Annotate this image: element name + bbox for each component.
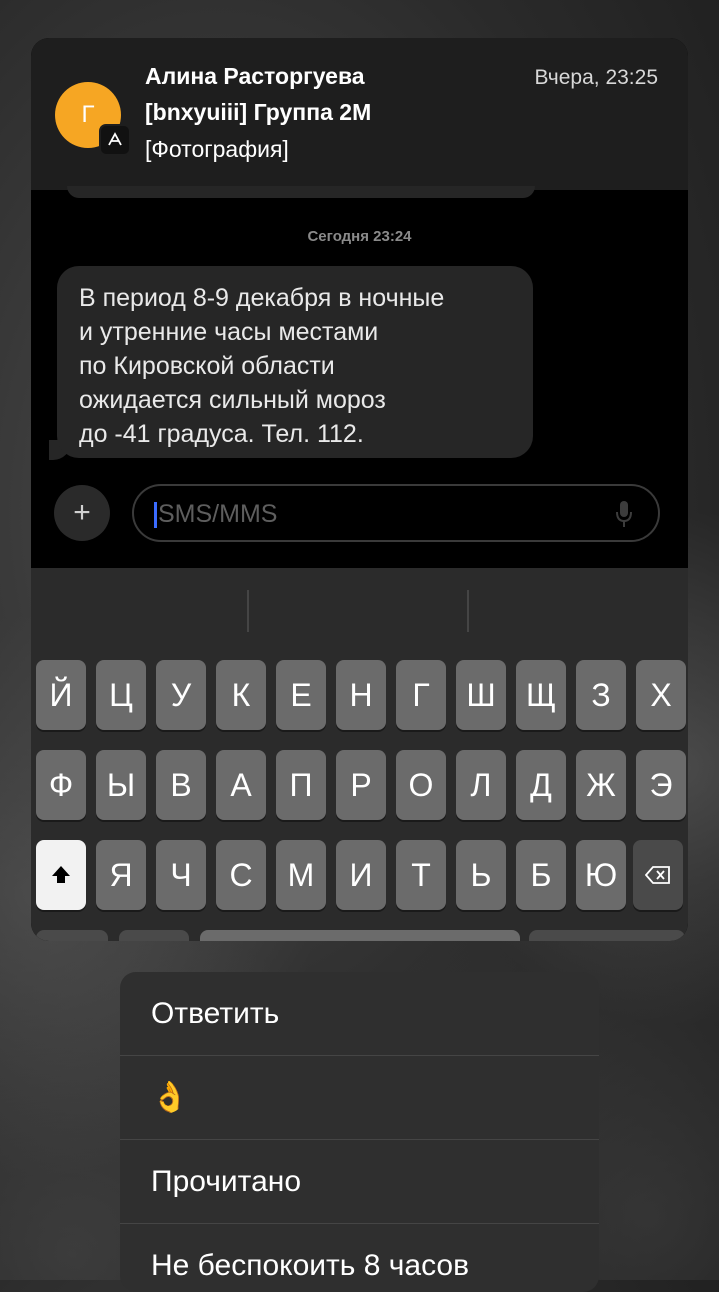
context-menu[interactable]: Ответить 👌 Прочитано Не беспокоить 8 час… bbox=[120, 972, 599, 1292]
key-й[interactable]: Й bbox=[36, 660, 86, 730]
key-в[interactable]: В bbox=[156, 750, 206, 820]
message-timestamp: Сегодня 23:24 bbox=[307, 228, 412, 245]
previous-message-bubble bbox=[67, 186, 535, 198]
menu-item-do-not-disturb[interactable]: Не беспокоить 8 часов bbox=[120, 1224, 599, 1292]
message-input[interactable]: SMS/MMS bbox=[132, 484, 660, 542]
backspace-key[interactable] bbox=[633, 840, 683, 910]
message-line: ожидается сильный мороз bbox=[79, 386, 386, 414]
menu-item-reply[interactable]: Ответить bbox=[120, 972, 599, 1056]
notification-sender: Алина Расторгуева bbox=[145, 63, 365, 89]
key-л[interactable]: Л bbox=[456, 750, 506, 820]
notification-time: Вчера, 23:25 bbox=[534, 66, 658, 89]
avatar-letter: Г bbox=[81, 101, 95, 128]
key-э[interactable]: Э bbox=[636, 750, 686, 820]
keyboard[interactable]: ЙЦУКЕНГШЩЗХ ФЫВАПРОЛДЖЭ ЯЧСМИТЬБЮ bbox=[31, 568, 688, 941]
menu-item-mark-read[interactable]: Прочитано bbox=[120, 1140, 599, 1224]
key-ю[interactable]: Ю bbox=[576, 840, 626, 910]
space-key[interactable] bbox=[200, 930, 520, 941]
key-н[interactable]: Н bbox=[336, 660, 386, 730]
message-line: по Кировской области bbox=[79, 352, 335, 380]
key-р[interactable]: Р bbox=[336, 750, 386, 820]
key-ч[interactable]: Ч bbox=[156, 840, 206, 910]
message-bubble[interactable]: В период 8-9 декабря в ночные и утренние… bbox=[57, 266, 533, 458]
shift-arrow-icon bbox=[52, 866, 70, 883]
message-line: В период 8-9 декабря в ночные bbox=[79, 284, 445, 312]
text-caret bbox=[154, 502, 157, 528]
key-а[interactable]: А bbox=[216, 750, 266, 820]
message-input-placeholder: SMS/MMS bbox=[158, 500, 278, 528]
key-ь[interactable]: Ь bbox=[456, 840, 506, 910]
key-м[interactable]: М bbox=[276, 840, 326, 910]
numbers-key[interactable] bbox=[36, 930, 108, 941]
key-ы[interactable]: Ы bbox=[96, 750, 146, 820]
notification-title: [bnxyuiii] Группа 2М bbox=[145, 99, 372, 125]
globe-key[interactable] bbox=[119, 930, 189, 941]
key-т[interactable]: Т bbox=[396, 840, 446, 910]
backspace-icon bbox=[645, 866, 670, 884]
key-ц[interactable]: Ц bbox=[96, 660, 146, 730]
app-badge-icon bbox=[99, 124, 131, 156]
key-я[interactable]: Я bbox=[96, 840, 146, 910]
key-е[interactable]: Е bbox=[276, 660, 326, 730]
menu-item-ok-emoji[interactable]: 👌 bbox=[120, 1056, 599, 1140]
add-attachment-button[interactable]: + bbox=[54, 485, 110, 541]
shift-key[interactable] bbox=[36, 840, 86, 910]
key-х[interactable]: Х bbox=[636, 660, 686, 730]
notification-header[interactable]: Г Алина Расторгуева [bnxyuiii] Группа 2М… bbox=[31, 38, 688, 190]
notification-preview-card[interactable]: Г Алина Расторгуева [bnxyuiii] Группа 2М… bbox=[31, 38, 688, 941]
message-line: до -41 градуса. Тел. 112. bbox=[79, 420, 364, 448]
notification-body: [Фотография] bbox=[145, 136, 289, 162]
app-logo-icon bbox=[108, 132, 122, 146]
key-з[interactable]: З bbox=[576, 660, 626, 730]
key-у[interactable]: У bbox=[156, 660, 206, 730]
microphone-icon[interactable] bbox=[616, 500, 632, 528]
suggestion-divider bbox=[247, 590, 249, 632]
key-ф[interactable]: Ф bbox=[36, 750, 86, 820]
key-щ[interactable]: Щ bbox=[516, 660, 566, 730]
key-к[interactable]: К bbox=[216, 660, 266, 730]
plus-icon: + bbox=[73, 496, 91, 529]
key-с[interactable]: С bbox=[216, 840, 266, 910]
key-и[interactable]: И bbox=[336, 840, 386, 910]
return-key[interactable] bbox=[529, 930, 685, 941]
key-ш[interactable]: Ш bbox=[456, 660, 506, 730]
key-п[interactable]: П bbox=[276, 750, 326, 820]
suggestion-divider bbox=[467, 590, 469, 632]
key-ж[interactable]: Ж bbox=[576, 750, 626, 820]
message-line: и утренние часы местами bbox=[79, 318, 379, 346]
key-д[interactable]: Д bbox=[516, 750, 566, 820]
key-о[interactable]: О bbox=[396, 750, 446, 820]
key-б[interactable]: Б bbox=[516, 840, 566, 910]
key-г[interactable]: Г bbox=[396, 660, 446, 730]
